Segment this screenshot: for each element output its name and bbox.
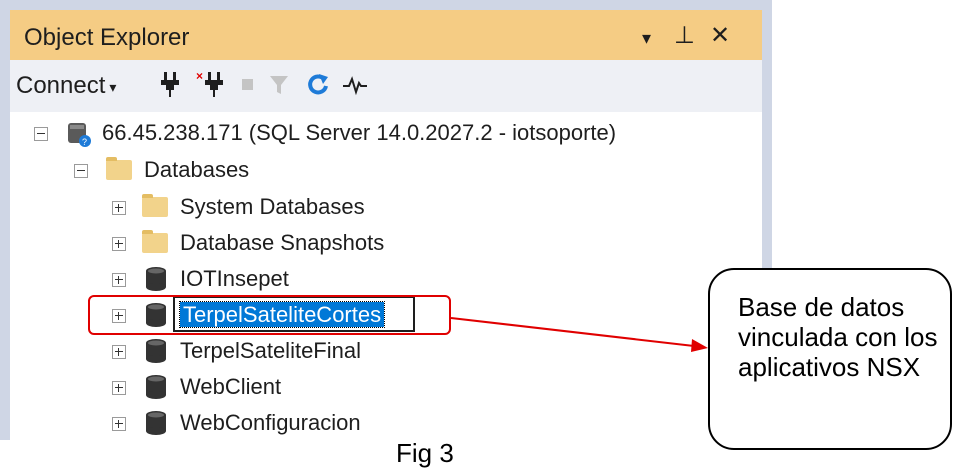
callout-box: Base de datos vinculada con los aplicati… [708,268,952,450]
figure-caption: Fig 3 [396,438,454,468]
callout-text: Base de datos vinculada con los aplicati… [738,292,938,382]
